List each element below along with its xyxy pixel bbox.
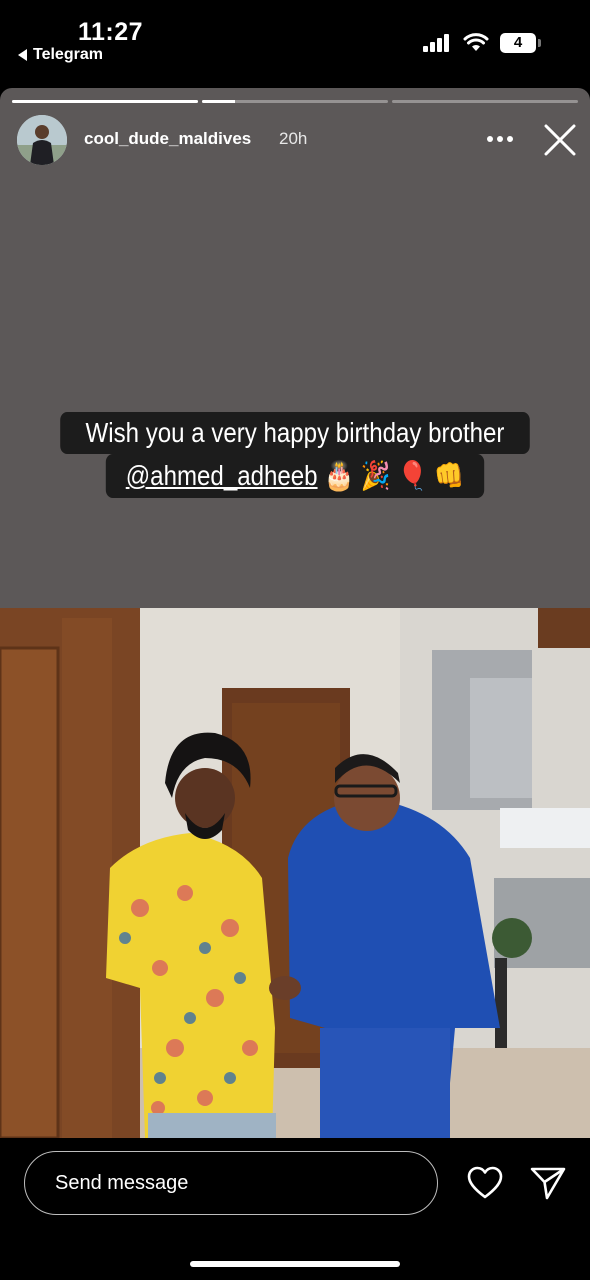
send-message-input[interactable] (24, 1151, 438, 1215)
back-app-label: Telegram (33, 46, 103, 63)
close-icon[interactable] (543, 123, 577, 157)
progress-fill (202, 100, 236, 103)
more-options-icon[interactable] (487, 136, 515, 144)
wifi-icon (463, 33, 489, 51)
story-progress-segment (12, 100, 198, 103)
back-arrow-icon (18, 49, 27, 61)
battery-level: 4 (513, 34, 523, 51)
story-username[interactable]: cool_dude_maldives (84, 129, 251, 149)
story-photo (0, 608, 590, 1138)
progress-fill (12, 100, 198, 103)
battery-icon: 4 (500, 33, 536, 53)
send-icon[interactable] (530, 1166, 566, 1200)
clock: 11:27 (78, 18, 144, 46)
story-viewer[interactable]: cool_dude_maldives 20h Wish you a very h… (0, 88, 590, 1138)
caption-line-2: @ahmed_adheeb 🎂 🎉 🎈 👊 (105, 454, 485, 498)
avatar[interactable] (17, 115, 67, 165)
heart-icon[interactable] (467, 1166, 503, 1200)
battery-nub (538, 39, 541, 47)
caption-line-1: Wish you a very happy birthday brother (60, 412, 530, 454)
cellular-signal-icon (423, 34, 451, 52)
back-to-app-link[interactable]: Telegram (18, 46, 103, 64)
story-photo-image (0, 608, 590, 1138)
home-indicator (190, 1261, 400, 1267)
status-bar: 11:27 Telegram 4 (0, 0, 590, 88)
mention-link[interactable]: @ahmed_adheeb (126, 460, 318, 491)
caption-emojis: 🎂 🎉 🎈 👊 (324, 460, 465, 491)
story-age: 20h (279, 129, 308, 148)
story-progress-segment (392, 100, 578, 103)
story-progress-segment (202, 100, 388, 103)
avatar-image (17, 115, 67, 165)
